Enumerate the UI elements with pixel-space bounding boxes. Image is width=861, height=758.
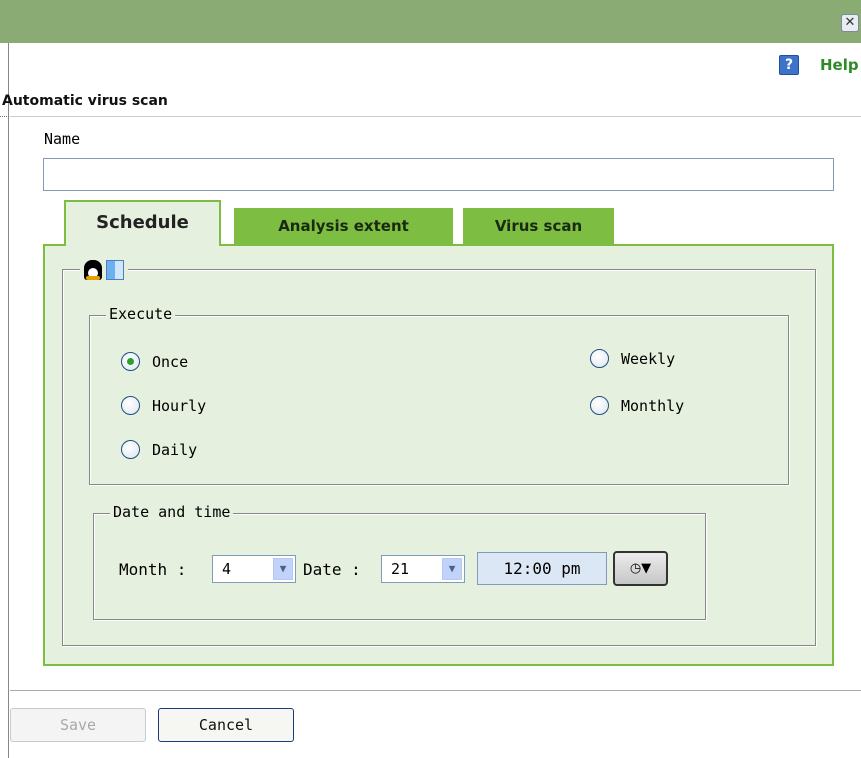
date-select[interactable]: 21 ▼ (381, 555, 465, 583)
chevron-down-icon[interactable]: ▼ (273, 558, 293, 580)
radio-daily-label[interactable]: Daily (152, 441, 197, 459)
radio-hourly[interactable]: Hourly (121, 396, 206, 415)
radio-monthly-label[interactable]: Monthly (621, 397, 684, 415)
month-select[interactable]: 4 ▼ (212, 555, 296, 583)
month-label: Month : (119, 560, 187, 579)
window-titlebar (0, 0, 861, 43)
help-icon[interactable]: ? (779, 55, 799, 75)
close-icon[interactable]: ✕ (841, 14, 859, 32)
os-icons-legend (80, 258, 128, 282)
radio-monthly[interactable]: Monthly (590, 396, 684, 415)
tab-schedule[interactable]: Schedule (64, 200, 221, 246)
radio-daily[interactable]: Daily (121, 440, 197, 459)
time-field[interactable]: 12:00 pm (477, 552, 607, 585)
date-label: Date : (303, 560, 361, 579)
linux-icon (84, 260, 102, 280)
radio-weekly-button[interactable] (590, 349, 609, 368)
radio-weekly[interactable]: Weekly (590, 349, 675, 368)
radio-daily-button[interactable] (121, 440, 140, 459)
radio-once-label[interactable]: Once (152, 353, 188, 371)
tab-analysis-extent[interactable]: Analysis extent (234, 208, 453, 244)
radio-hourly-button[interactable] (121, 396, 140, 415)
radio-hourly-label[interactable]: Hourly (152, 397, 206, 415)
help-label[interactable]: Help (820, 56, 859, 74)
left-border (8, 43, 9, 758)
radio-weekly-label[interactable]: Weekly (621, 350, 675, 368)
clock-icon[interactable]: ◷▼ (613, 551, 668, 586)
mac-icon (106, 260, 124, 280)
tab-virus-scan[interactable]: Virus scan (463, 208, 614, 244)
date-time-legend: Date and time (110, 503, 234, 521)
radio-once-button[interactable] (121, 352, 140, 371)
radio-monthly-button[interactable] (590, 396, 609, 415)
name-label: Name (44, 130, 81, 148)
month-value: 4 (222, 560, 232, 578)
chevron-down-icon[interactable]: ▼ (442, 558, 462, 580)
cancel-button[interactable]: Cancel (158, 708, 294, 742)
execute-legend: Execute (106, 305, 176, 323)
radio-once[interactable]: Once (121, 352, 188, 371)
date-value: 21 (391, 560, 410, 578)
dialog-title: Automatic virus scan (2, 93, 168, 109)
name-input[interactable] (43, 158, 834, 191)
save-button[interactable]: Save (10, 708, 146, 742)
